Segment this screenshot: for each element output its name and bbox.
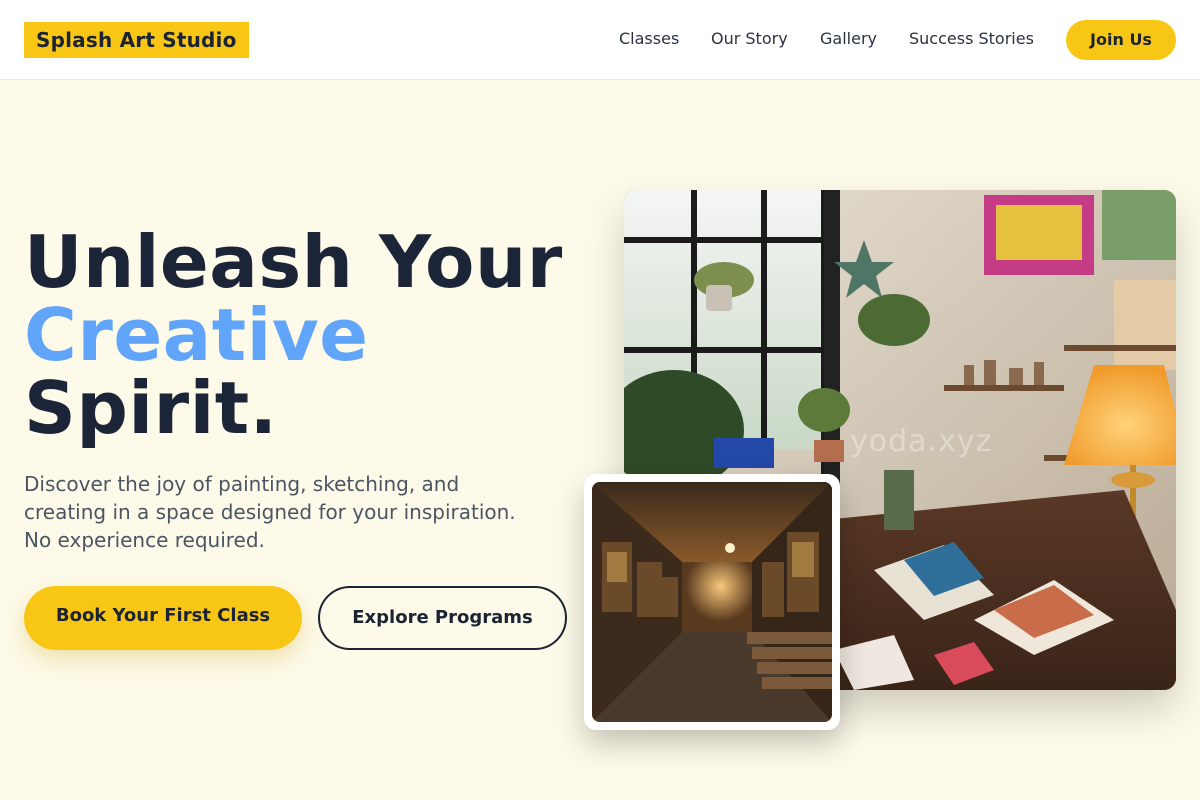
nav-gallery[interactable]: Gallery: [820, 28, 877, 50]
nav-our-story[interactable]: Our Story: [711, 28, 788, 50]
nav-success-stories[interactable]: Success Stories: [909, 28, 1034, 50]
join-us-button[interactable]: Join Us: [1066, 20, 1176, 60]
subtext-line-3: No experience required.: [24, 528, 265, 552]
explore-programs-button[interactable]: Explore Programs: [318, 586, 567, 650]
nav-classes[interactable]: Classes: [619, 28, 679, 50]
subtext-line-1: Discover the joy of painting, sketching,…: [24, 472, 460, 496]
gallery-photo-illustration: [592, 482, 832, 722]
hero-subtext: Discover the joy of painting, sketching,…: [24, 470, 544, 554]
site-header: Splash Art Studio Classes Our Story Gall…: [0, 0, 1200, 80]
headline-accent: Creative: [24, 293, 369, 377]
book-first-class-button[interactable]: Book Your First Class: [24, 586, 302, 650]
logo[interactable]: Splash Art Studio: [24, 22, 249, 58]
gallery-photo: [592, 482, 832, 722]
headline-line-1: Unleash Your: [24, 220, 563, 304]
hero-headline: Unleash Your Creative Spirit.: [24, 226, 563, 445]
inset-photo-card: [584, 474, 840, 730]
image-watermark: yoda.xyz: [850, 424, 993, 459]
subtext-line-2: creating in a space designed for your in…: [24, 500, 516, 524]
headline-line-3: Spirit.: [24, 366, 278, 450]
